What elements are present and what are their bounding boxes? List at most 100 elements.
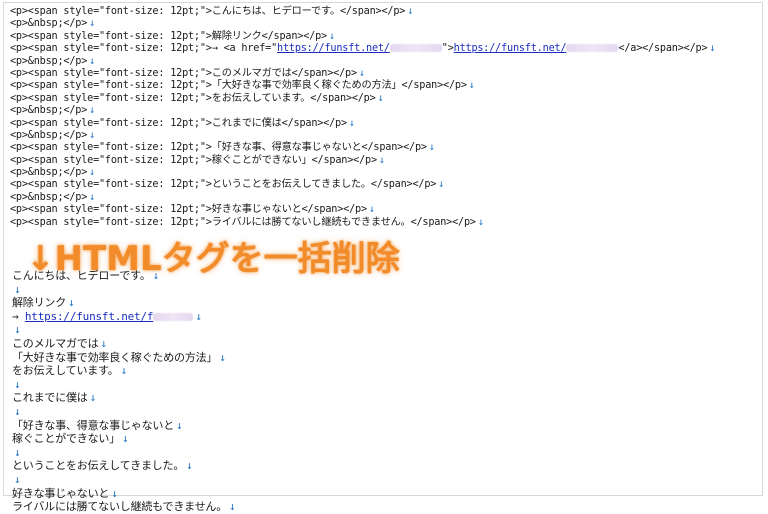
line-text: <p><span style="font-size: 12pt;">「大好きな事… (10, 80, 467, 92)
text-line: → https://funsft.net/f ↓ (12, 310, 235, 324)
text-line: <p>&nbsp;</p> ↓ (10, 192, 715, 204)
newline-marker-icon: ↓ (195, 309, 202, 323)
text-line: ↓ (12, 283, 235, 297)
text-line: <p><span style="font-size: 12pt;">→ <a h… (10, 43, 716, 55)
newline-marker-icon: ↓ (709, 43, 716, 55)
line-text: こんにちは、ヒデローです。 (12, 269, 151, 282)
line-text: <p>&nbsp;</p> (10, 105, 88, 117)
text-line: <p><span style="font-size: 12pt;">「好きな事、… (10, 142, 715, 154)
line-text: "> (441, 43, 454, 55)
url-text[interactable]: https://funsft.net/ (454, 43, 567, 54)
newline-marker-icon: ↓ (438, 179, 445, 191)
text-line: <p>&nbsp;</p> ↓ (10, 130, 715, 142)
line-text: 好きな事じゃないと (12, 486, 110, 500)
newline-marker-icon: ↓ (14, 282, 21, 296)
newline-marker-icon: ↓ (68, 296, 75, 310)
line-text: <p><span style="font-size: 12pt;">稼ぐことがで… (10, 154, 377, 166)
newline-marker-icon: ↓ (378, 154, 385, 166)
newline-marker-icon: ↓ (89, 105, 96, 117)
line-text: <p><span style="font-size: 12pt;">好きな事じゃ… (10, 204, 367, 216)
line-text: <p>&nbsp;</p> (10, 18, 88, 30)
text-line: ↓ (12, 378, 235, 392)
text-line: ↓ (12, 446, 235, 460)
redacted-blur (153, 312, 194, 321)
line-text: <p><span style="font-size: 12pt;">解除リンク<… (10, 30, 327, 42)
text-line: <p><span style="font-size: 12pt;">稼ぐことがで… (10, 155, 715, 167)
line-text: ライバルには勝てないし継続もできません。 (12, 500, 228, 514)
newline-marker-icon: ↓ (89, 191, 96, 203)
url-link[interactable]: https://funsft.net/f (25, 310, 154, 323)
text-line: をお伝えしています。 ↓ (12, 364, 235, 378)
text-line: <p>&nbsp;</p> ↓ (10, 56, 715, 68)
newline-marker-icon: ↓ (111, 486, 118, 500)
redacted-blur (389, 44, 442, 53)
text-line: <p>&nbsp;</p> ↓ (10, 167, 715, 179)
text-line: これまでに僕は ↓ (12, 391, 235, 405)
line-text: <p><span style="font-size: 12pt;">ということを… (10, 179, 437, 191)
text-line: <p><span style="font-size: 12pt;">解除リンク<… (10, 31, 715, 43)
newline-marker-icon: ↓ (358, 67, 365, 79)
newline-marker-icon: ↓ (14, 472, 21, 486)
newline-marker-icon: ↓ (428, 142, 435, 154)
text-line: 解除リンク ↓ (12, 296, 235, 310)
line-text: <p>&nbsp;</p> (10, 55, 88, 67)
text-line: 好きな事じゃないと ↓ (12, 487, 235, 501)
text-line: ↓ (12, 323, 235, 337)
line-text: → (12, 309, 25, 323)
text-line: <p><span style="font-size: 12pt;">をお伝えして… (10, 93, 715, 105)
text-editor[interactable]: <p><span style="font-size: 12pt;">こんにちは、… (3, 2, 763, 513)
text-line: 稼ぐことができない」 ↓ (12, 432, 235, 446)
line-text: 「大好きな事で効率良く稼ぐための方法」 (12, 350, 218, 364)
text-line: 「大好きな事で効率良く稼ぐための方法」 ↓ (12, 351, 235, 365)
plain-text-block: こんにちは、ヒデローです。 ↓ ↓ 解除リンク ↓ → https://funsft.ne… (12, 269, 236, 514)
line-text: ということをお伝えしてきました。 (12, 459, 185, 473)
newline-marker-icon: ↓ (186, 459, 193, 473)
html-source-block: <p><span style="font-size: 12pt;">こんにちは、… (10, 6, 716, 229)
newline-marker-icon: ↓ (120, 364, 128, 378)
line-text: <p><span style="font-size: 12pt;">こんにちは、… (10, 6, 406, 17)
text-line: 「好きな事、得意な事じゃないと ↓ (12, 419, 235, 433)
line-text: <p>&nbsp;</p> (10, 167, 88, 179)
text-line: ライバルには勝てないし継続もできません。 ↓ (12, 500, 236, 514)
line-text: <p>&nbsp;</p> (10, 129, 88, 141)
newline-marker-icon: ↓ (407, 6, 414, 17)
newline-marker-icon: ↓ (89, 18, 96, 30)
newline-marker-icon: ↓ (14, 445, 21, 459)
line-text: 稼ぐことができない」 (12, 432, 120, 446)
text-line: <p><span style="font-size: 12pt;">好きな事じゃ… (10, 204, 715, 216)
line-text: このメルマガでは (12, 336, 99, 350)
text-line: このメルマガでは ↓ (12, 337, 235, 351)
text-line: <p>&nbsp;</p> ↓ (10, 18, 715, 30)
newline-marker-icon: ↓ (89, 55, 96, 67)
newline-marker-icon: ↓ (219, 350, 226, 364)
newline-marker-icon: ↓ (176, 418, 183, 432)
url-text[interactable]: https://funsft.net/ (277, 43, 390, 54)
newline-marker-icon: ↓ (229, 500, 236, 514)
line-text: <p><span style="font-size: 12pt;">→ <a h… (10, 43, 278, 55)
newline-marker-icon: ↓ (14, 377, 21, 391)
text-line: <p><span style="font-size: 12pt;">ライバルには… (10, 217, 715, 229)
text-line: <p><span style="font-size: 12pt;">これまでに僕… (10, 118, 715, 130)
newline-marker-icon: ↓ (89, 167, 96, 179)
newline-marker-icon: ↓ (14, 323, 21, 337)
newline-marker-icon: ↓ (89, 391, 97, 405)
line-text: <p>&nbsp;</p> (10, 191, 88, 203)
newline-marker-icon: ↓ (368, 204, 375, 216)
line-text: <p><span style="font-size: 12pt;">をお伝えして… (10, 92, 376, 104)
line-text: 「好きな事、得意な事じゃないと (12, 418, 174, 432)
line-text: 解除リンク (12, 296, 66, 310)
newline-marker-icon: ↓ (152, 269, 160, 282)
text-line: <p><span style="font-size: 12pt;">このメルマガ… (10, 68, 715, 80)
line-text: をお伝えしています。 (12, 364, 119, 378)
newline-marker-icon: ↓ (100, 336, 107, 350)
newline-marker-icon: ↓ (348, 117, 355, 129)
text-line: こんにちは、ヒデローです。 ↓ (12, 269, 235, 283)
text-line: ↓ (12, 405, 235, 419)
line-text: <p><span style="font-size: 12pt;">これまでに僕… (10, 117, 347, 129)
line-text: </a></span></p> (618, 43, 708, 55)
text-line: ということをお伝えしてきました。 ↓ (12, 459, 235, 473)
text-line: <p><span style="font-size: 12pt;">「大好きな事… (10, 80, 715, 92)
line-text: これまでに僕は (12, 391, 88, 405)
text-line: <p>&nbsp;</p> ↓ (10, 105, 715, 117)
newline-marker-icon: ↓ (89, 129, 96, 141)
